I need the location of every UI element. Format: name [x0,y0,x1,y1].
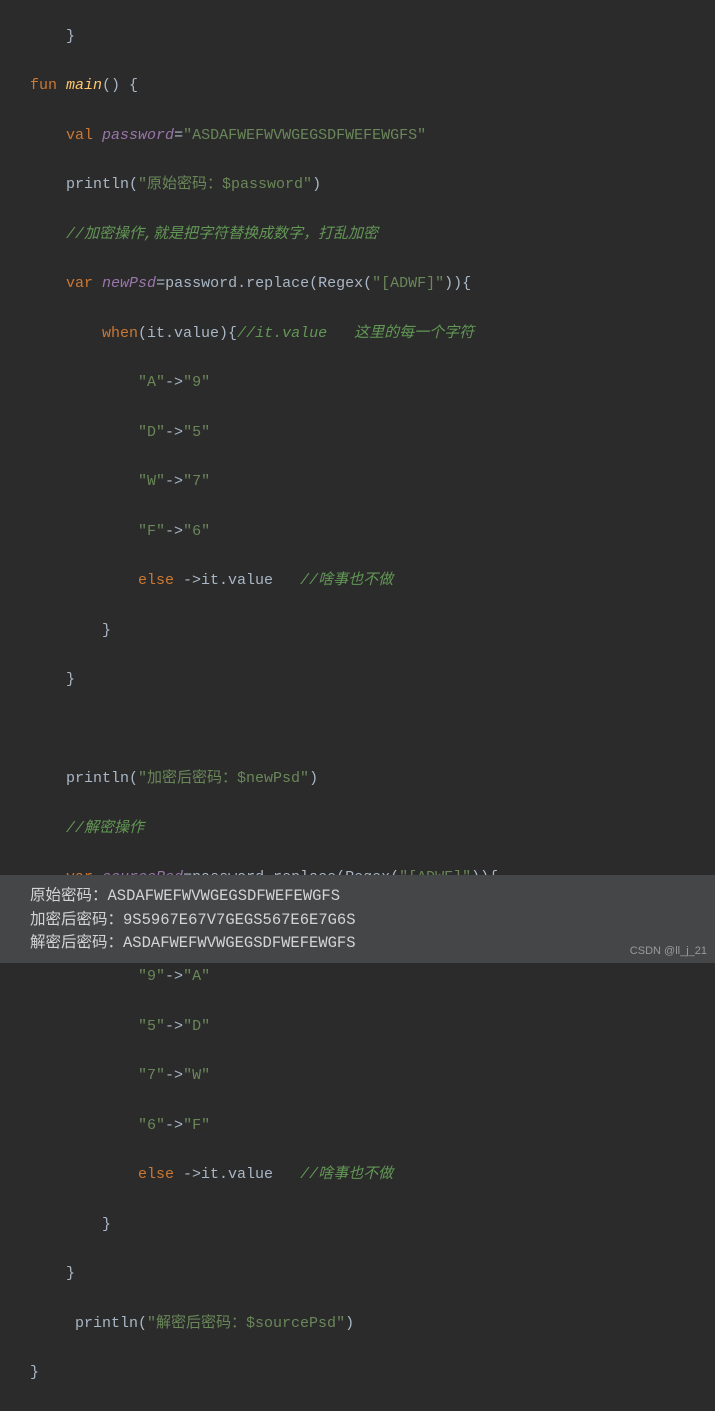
comment: //解密操作 [66,820,144,837]
paren: ( [138,1315,147,1332]
op-eq: = [174,127,183,144]
code-line: } [0,1262,715,1287]
keyword-var: var [66,275,93,292]
comment: //it.value 这里的每一个字符 [237,325,474,342]
code-line: "F"->"6" [0,520,715,545]
expr: ->it.value [174,1166,300,1183]
string-literal: "原始密码：$password" [138,176,312,193]
code-line: else ->it.value //啥事也不做 [0,1163,715,1188]
string-literal: "9" [183,374,210,391]
string-literal: "5" [138,1018,165,1035]
keyword-else: else [138,572,174,589]
string-literal: "ASDAFWEFWVWGEGSDFWEFEWGFS" [183,127,426,144]
code-editor: } fun main() { val password="ASDAFWEFWVW… [0,0,715,1411]
code-line: "5"->"D" [0,1015,715,1040]
paren: )){ [444,275,471,292]
output-line: 加密后密码：9S5967E67V7GEGS567E6E7G6S [30,909,715,932]
paren: ) [309,770,318,787]
arrow: -> [165,374,183,391]
code-line: //加密操作,就是把字符替换成数字，打乱加密 [0,223,715,248]
code-line: var newPsd=password.replace(Regex("[ADWF… [0,272,715,297]
code-line: println("加密后密码：$newPsd") [0,767,715,792]
code-line: "9"->"A" [0,965,715,990]
call-println: println [66,770,129,787]
call-println: println [66,176,129,193]
string-literal: "[ADWF]" [372,275,444,292]
brace: } [102,1216,111,1233]
string-literal: "A" [183,968,210,985]
string-literal: "F" [138,523,165,540]
string-literal: "6" [138,1117,165,1134]
code-line: } [0,1361,715,1386]
code-line [0,718,715,743]
code-line: } [0,25,715,50]
code-line: fun main() { [0,74,715,99]
keyword-val: val [66,127,93,144]
call-println: println [75,1315,138,1332]
string-literal: "A" [138,374,165,391]
expr: ->it.value [174,572,300,589]
string-literal: "7" [183,473,210,490]
arrow: -> [165,473,183,490]
code-line: else ->it.value //啥事也不做 [0,569,715,594]
arrow: -> [165,523,183,540]
string-literal: "7" [138,1067,165,1084]
string-literal: "D" [183,1018,210,1035]
brace: } [66,671,75,688]
code-line: } [0,1213,715,1238]
code-line: val password="ASDAFWEFWVWGEGSDFWEFEWGFS" [0,124,715,149]
brace: } [66,1265,75,1282]
string-literal: "5" [183,424,210,441]
variable-name: newPsd [102,275,156,292]
arrow: -> [165,1067,183,1084]
code-line: } [0,668,715,693]
brace: } [30,1364,39,1381]
code-line: "D"->"5" [0,421,715,446]
code-line: when(it.value){//it.value 这里的每一个字符 [0,322,715,347]
code-line: "A"->"9" [0,371,715,396]
arrow: -> [165,1117,183,1134]
paren: ) [312,176,321,193]
output-line: 解密后密码：ASDAFWEFWVWGEGSDFWEFEWGFS [30,932,715,955]
arrow: -> [165,1018,183,1035]
arrow: -> [165,424,183,441]
paren: ( [129,176,138,193]
string-literal: "9" [138,968,165,985]
variable-name: password [102,127,174,144]
keyword-when: when [102,325,138,342]
string-literal: "加密后密码：$newPsd" [138,770,309,787]
paren: () { [102,77,138,94]
watermark: CSDN @ll_j_21 [630,943,707,960]
string-literal: "W" [183,1067,210,1084]
keyword-fun: fun [30,77,57,94]
brace: } [66,28,75,45]
keyword-else: else [138,1166,174,1183]
code-line: } [0,619,715,644]
paren: ( [129,770,138,787]
paren: (it.value){ [138,325,237,342]
code-line: //解密操作 [0,817,715,842]
comment: //啥事也不做 [300,1166,393,1183]
brace: } [102,622,111,639]
code-line: println("原始密码：$password") [0,173,715,198]
console-output: 原始密码：ASDAFWEFWVWGEGSDFWEFEWGFS 加密后密码：9S5… [0,875,715,963]
code-line: "7"->"W" [0,1064,715,1089]
expr: =password.replace(Regex( [156,275,372,292]
string-literal: "解密后密码：$sourcePsd" [147,1315,345,1332]
string-literal: "6" [183,523,210,540]
string-literal: "F" [183,1117,210,1134]
arrow: -> [165,968,183,985]
string-literal: "W" [138,473,165,490]
code-line: "6"->"F" [0,1114,715,1139]
comment: //加密操作,就是把字符替换成数字，打乱加密 [66,226,378,243]
paren: ) [345,1315,354,1332]
code-line: "W"->"7" [0,470,715,495]
string-literal: "D" [138,424,165,441]
output-line: 原始密码：ASDAFWEFWVWGEGSDFWEFEWGFS [30,885,715,908]
function-name: main [66,77,102,94]
comment: //啥事也不做 [300,572,393,589]
code-line: println("解密后密码：$sourcePsd") [0,1312,715,1337]
